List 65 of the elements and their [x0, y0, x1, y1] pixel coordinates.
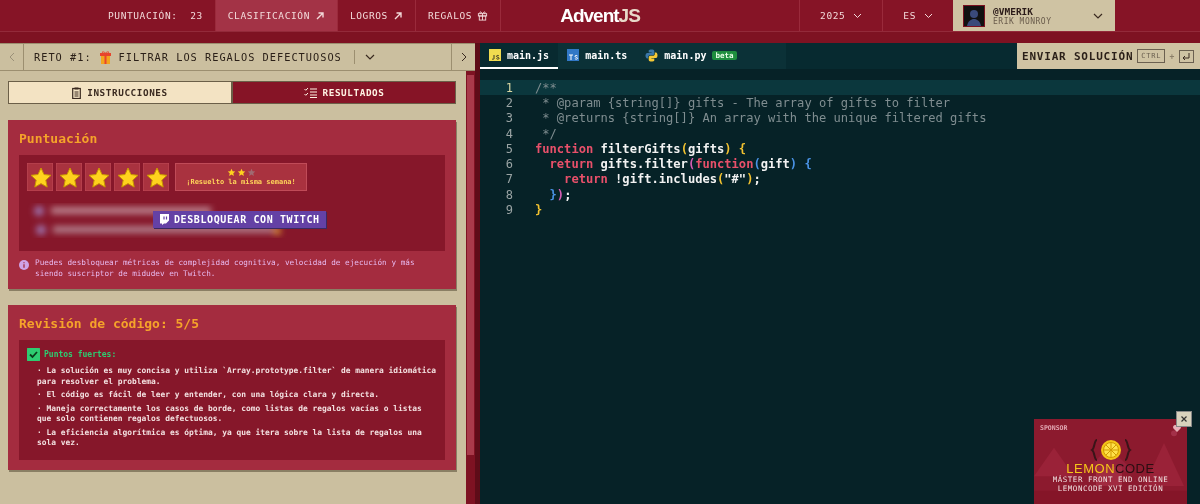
star-icon	[85, 163, 111, 191]
code-line: * @returns {string[]} An array with the unique filtered gifts	[541, 111, 987, 126]
star-icon	[143, 163, 169, 191]
chevron-right-icon	[460, 52, 467, 62]
key-joiner: +	[1169, 51, 1175, 61]
gift-icon	[477, 10, 489, 21]
star-icon	[246, 168, 256, 177]
code-line: */	[541, 126, 557, 141]
chevron-down-icon	[853, 12, 863, 19]
file-tab[interactable]: main.js	[480, 43, 559, 69]
code-line: }	[535, 203, 543, 217]
nav-link[interactable]: CLASIFICACIÓN	[215, 0, 338, 31]
close-button[interactable]	[1176, 411, 1192, 427]
code-line: * @param {string[]} gifts - The array of gifts to filter	[541, 95, 951, 110]
checklist-icon	[303, 87, 317, 98]
splitter-handle[interactable]	[475, 43, 480, 504]
scrollbar-thumb[interactable]	[467, 75, 474, 455]
enter-key-icon	[1179, 49, 1194, 63]
chevron-down-icon	[1093, 12, 1103, 19]
code-line: function filterGifts(gifts) {	[535, 141, 747, 156]
code-line: });	[548, 187, 572, 202]
lemon-logo-icon	[1088, 438, 1133, 462]
javascript-icon	[489, 49, 501, 61]
line-number: 5	[504, 141, 513, 156]
python-icon	[645, 48, 659, 62]
chevron-left-icon	[8, 52, 15, 62]
twitch-unlock-button[interactable]: DESBLOQUEAR CON TWITCH	[153, 211, 326, 228]
external-link-icon	[314, 10, 325, 21]
code-line: return gifts.filter(function(gift) {	[548, 157, 812, 172]
star-icon	[27, 163, 53, 191]
line-number: 2	[504, 95, 513, 110]
star-icon	[56, 163, 82, 191]
line-number: 7	[504, 172, 513, 187]
line-number: 8	[504, 187, 513, 202]
line-number: 9	[504, 203, 513, 217]
star-icon	[236, 168, 246, 177]
chevron-down-icon	[924, 12, 933, 19]
line-number: 4	[504, 126, 513, 141]
star-icon	[114, 163, 140, 191]
panel-tab[interactable]: INSTRUCCIONES	[8, 81, 232, 104]
user-name: ERIK MONROY	[993, 16, 1052, 26]
code-line: /**	[535, 80, 557, 95]
chevron-down-icon	[364, 54, 375, 60]
panel-tab[interactable]: RESULTADOS	[232, 81, 456, 104]
file-tab[interactable]: main.ts	[558, 43, 637, 69]
code-line: return !gift.includes("#");	[563, 172, 761, 187]
external-link-icon	[392, 10, 403, 21]
twitch-icon	[159, 214, 169, 225]
avatar	[963, 4, 985, 27]
star-icon	[226, 168, 236, 177]
card-title: Revisión de código: 5/5	[19, 316, 200, 331]
clipboard-icon	[72, 86, 82, 99]
site-logo[interactable]: AdventJS	[540, 0, 660, 31]
line-number: 6	[504, 157, 513, 172]
user-handle: @VMERIK	[993, 5, 1034, 17]
typescript-icon	[567, 49, 580, 61]
sponsor-brand: LEMONCODE	[1066, 462, 1155, 476]
card-title: Puntuación	[19, 131, 99, 146]
section-title: Puntos fuertes:	[44, 350, 117, 359]
close-icon	[1181, 416, 1187, 422]
gift-icon	[99, 50, 111, 64]
info-icon	[19, 260, 29, 270]
user-menu[interactable]: @VMERIK ERIK MONROY	[953, 0, 1115, 31]
line-number: 3	[504, 111, 513, 126]
line-number: 1	[504, 80, 513, 95]
